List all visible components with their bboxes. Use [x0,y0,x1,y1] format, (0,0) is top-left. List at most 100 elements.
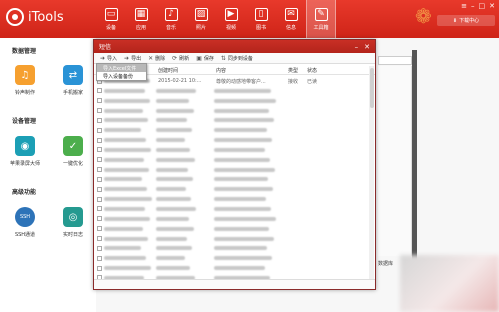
photo-icon: ▨ [194,7,208,21]
save-button[interactable]: ▣ 保存 [196,55,214,62]
table-row[interactable] [94,224,375,234]
table-row[interactable] [94,96,375,106]
blurred-cell [104,118,148,123]
blurred-cell [156,206,196,211]
tool-realtime-log[interactable]: ◎ 实时日志 [53,207,93,238]
row-checkbox[interactable] [97,255,102,261]
itools-logo-icon [6,8,24,26]
table-row[interactable] [94,243,375,253]
toolbar-label: 同步到设备 [227,55,253,62]
blurred-cell [214,167,275,172]
download-center-button[interactable]: ⬇ 下载中心 [437,15,495,26]
close-icon[interactable]: ✕ [489,2,495,10]
nav-tab-info[interactable]: ✉ 信息 [276,0,306,38]
blurred-cell [214,256,272,261]
row-checkbox[interactable] [97,167,102,173]
section-title-advanced: 高级功能 [12,189,37,196]
table-row[interactable] [94,214,375,224]
row-checkbox[interactable] [97,157,102,163]
row-checkbox[interactable] [97,186,102,192]
tool-ssh[interactable]: SSH SSH通道 [5,207,45,238]
import-button[interactable]: ➜ 导入 [100,55,117,62]
row-checkbox[interactable] [97,127,102,133]
table-row[interactable] [94,145,375,155]
table-row[interactable] [94,165,375,175]
table-row[interactable] [94,125,375,135]
export-button[interactable]: ➜ 导出 [124,55,141,62]
row-checkbox[interactable] [97,117,102,123]
row-checkbox[interactable] [97,206,102,212]
table-row[interactable] [94,204,375,214]
background-scroll-strip [412,50,417,260]
column-header-time[interactable]: 创建时间 [158,67,178,74]
blurred-cell [104,147,151,152]
row-checkbox[interactable] [97,108,102,114]
nav-tab-photo[interactable]: ▨ 照片 [186,0,216,38]
refresh-button[interactable]: ⟳ 刷新 [172,55,189,62]
table-row[interactable] [94,115,375,125]
row-checkbox[interactable] [97,216,102,222]
blurred-cell [214,128,267,133]
scrollbar-thumb[interactable] [369,68,374,108]
toolbox-sidebar: 数据管理 ♫ 铃声制作 ⇄ 手机搬家 设备管理 ◉ 苹果录屏大师 ✓ 一键优化 … [0,38,96,312]
table-row[interactable] [94,253,375,263]
table-row[interactable] [94,155,375,165]
row-checkbox[interactable] [97,147,102,153]
table-row[interactable] [94,194,375,204]
dialog-close-icon[interactable]: ✕ [364,43,370,51]
nav-tab-device[interactable]: ▭ 设备 [96,0,126,38]
row-checkbox[interactable] [97,176,102,182]
row-checkbox[interactable] [97,88,102,94]
row-checkbox[interactable] [97,137,102,143]
menu-icon[interactable]: ≡ [461,2,467,10]
nav-tab-video[interactable]: ▶ 视频 [216,0,246,38]
blurred-cell [214,147,265,152]
dialog-titlebar[interactable]: 短信 – ✕ [94,40,375,53]
maximize-icon[interactable]: □ [479,2,486,10]
row-checkbox[interactable] [97,236,102,241]
row-checkbox[interactable] [97,265,102,271]
toolbar-label: 导入 [107,55,118,62]
blurred-cell [156,128,192,133]
row-checkbox[interactable] [97,98,102,104]
menu-item-import-backup[interactable]: 导入设备备份 [97,72,146,80]
toolbar-label: 导出 [131,55,142,62]
blurred-cell [214,108,269,113]
blurred-cell [104,236,148,241]
table-row[interactable] [94,184,375,194]
nav-tab-toolbox[interactable]: ✎ 工具箱 [306,0,336,38]
table-row[interactable] [94,263,375,273]
table-row[interactable] [94,106,375,116]
dialog-minimize-icon[interactable]: – [355,43,359,51]
dialog-scrollbar[interactable] [369,66,374,280]
blurred-cell [156,147,190,152]
nav-tab-music[interactable]: ♪ 音乐 [156,0,186,38]
row-checkbox[interactable] [97,196,102,202]
table-row[interactable] [94,86,375,96]
tool-screen-record[interactable]: ◉ 苹果录屏大师 [5,136,45,167]
sync-button[interactable]: ⇅ 同步到设备 [221,55,253,62]
import-dropdown-menu: 导入Excel文件 导入设备备份 [96,63,147,81]
delete-button[interactable]: ✕ 删除 [148,55,165,62]
blurred-cell [156,98,189,103]
nav-tab-book[interactable]: ▯ 图书 [246,0,276,38]
table-row[interactable] [94,234,375,244]
blurred-cell [214,197,266,202]
ssh-icon: SSH [15,207,35,227]
tool-ringtone[interactable]: ♫ 铃声制作 [5,65,45,96]
table-row[interactable] [94,135,375,145]
tool-phone-transfer[interactable]: ⇄ 手机搬家 [53,65,93,96]
background-footer-label: 数据库 [378,261,394,267]
column-header-type[interactable]: 类型 [288,67,298,74]
tool-optimize[interactable]: ✓ 一键优化 [53,136,93,167]
tool-label: 一键优化 [62,161,83,167]
column-header-content[interactable]: 内容 [216,67,226,74]
nav-tab-apps[interactable]: ▦ 应用 [126,0,156,38]
minimize-icon[interactable]: – [471,2,475,10]
row-checkbox[interactable] [97,226,102,232]
menu-item-import-excel[interactable]: 导入Excel文件 [97,64,146,72]
section-title-data: 数据管理 [12,48,37,55]
column-header-status[interactable]: 状态 [307,67,317,74]
row-checkbox[interactable] [97,245,102,251]
table-row[interactable] [94,174,375,184]
